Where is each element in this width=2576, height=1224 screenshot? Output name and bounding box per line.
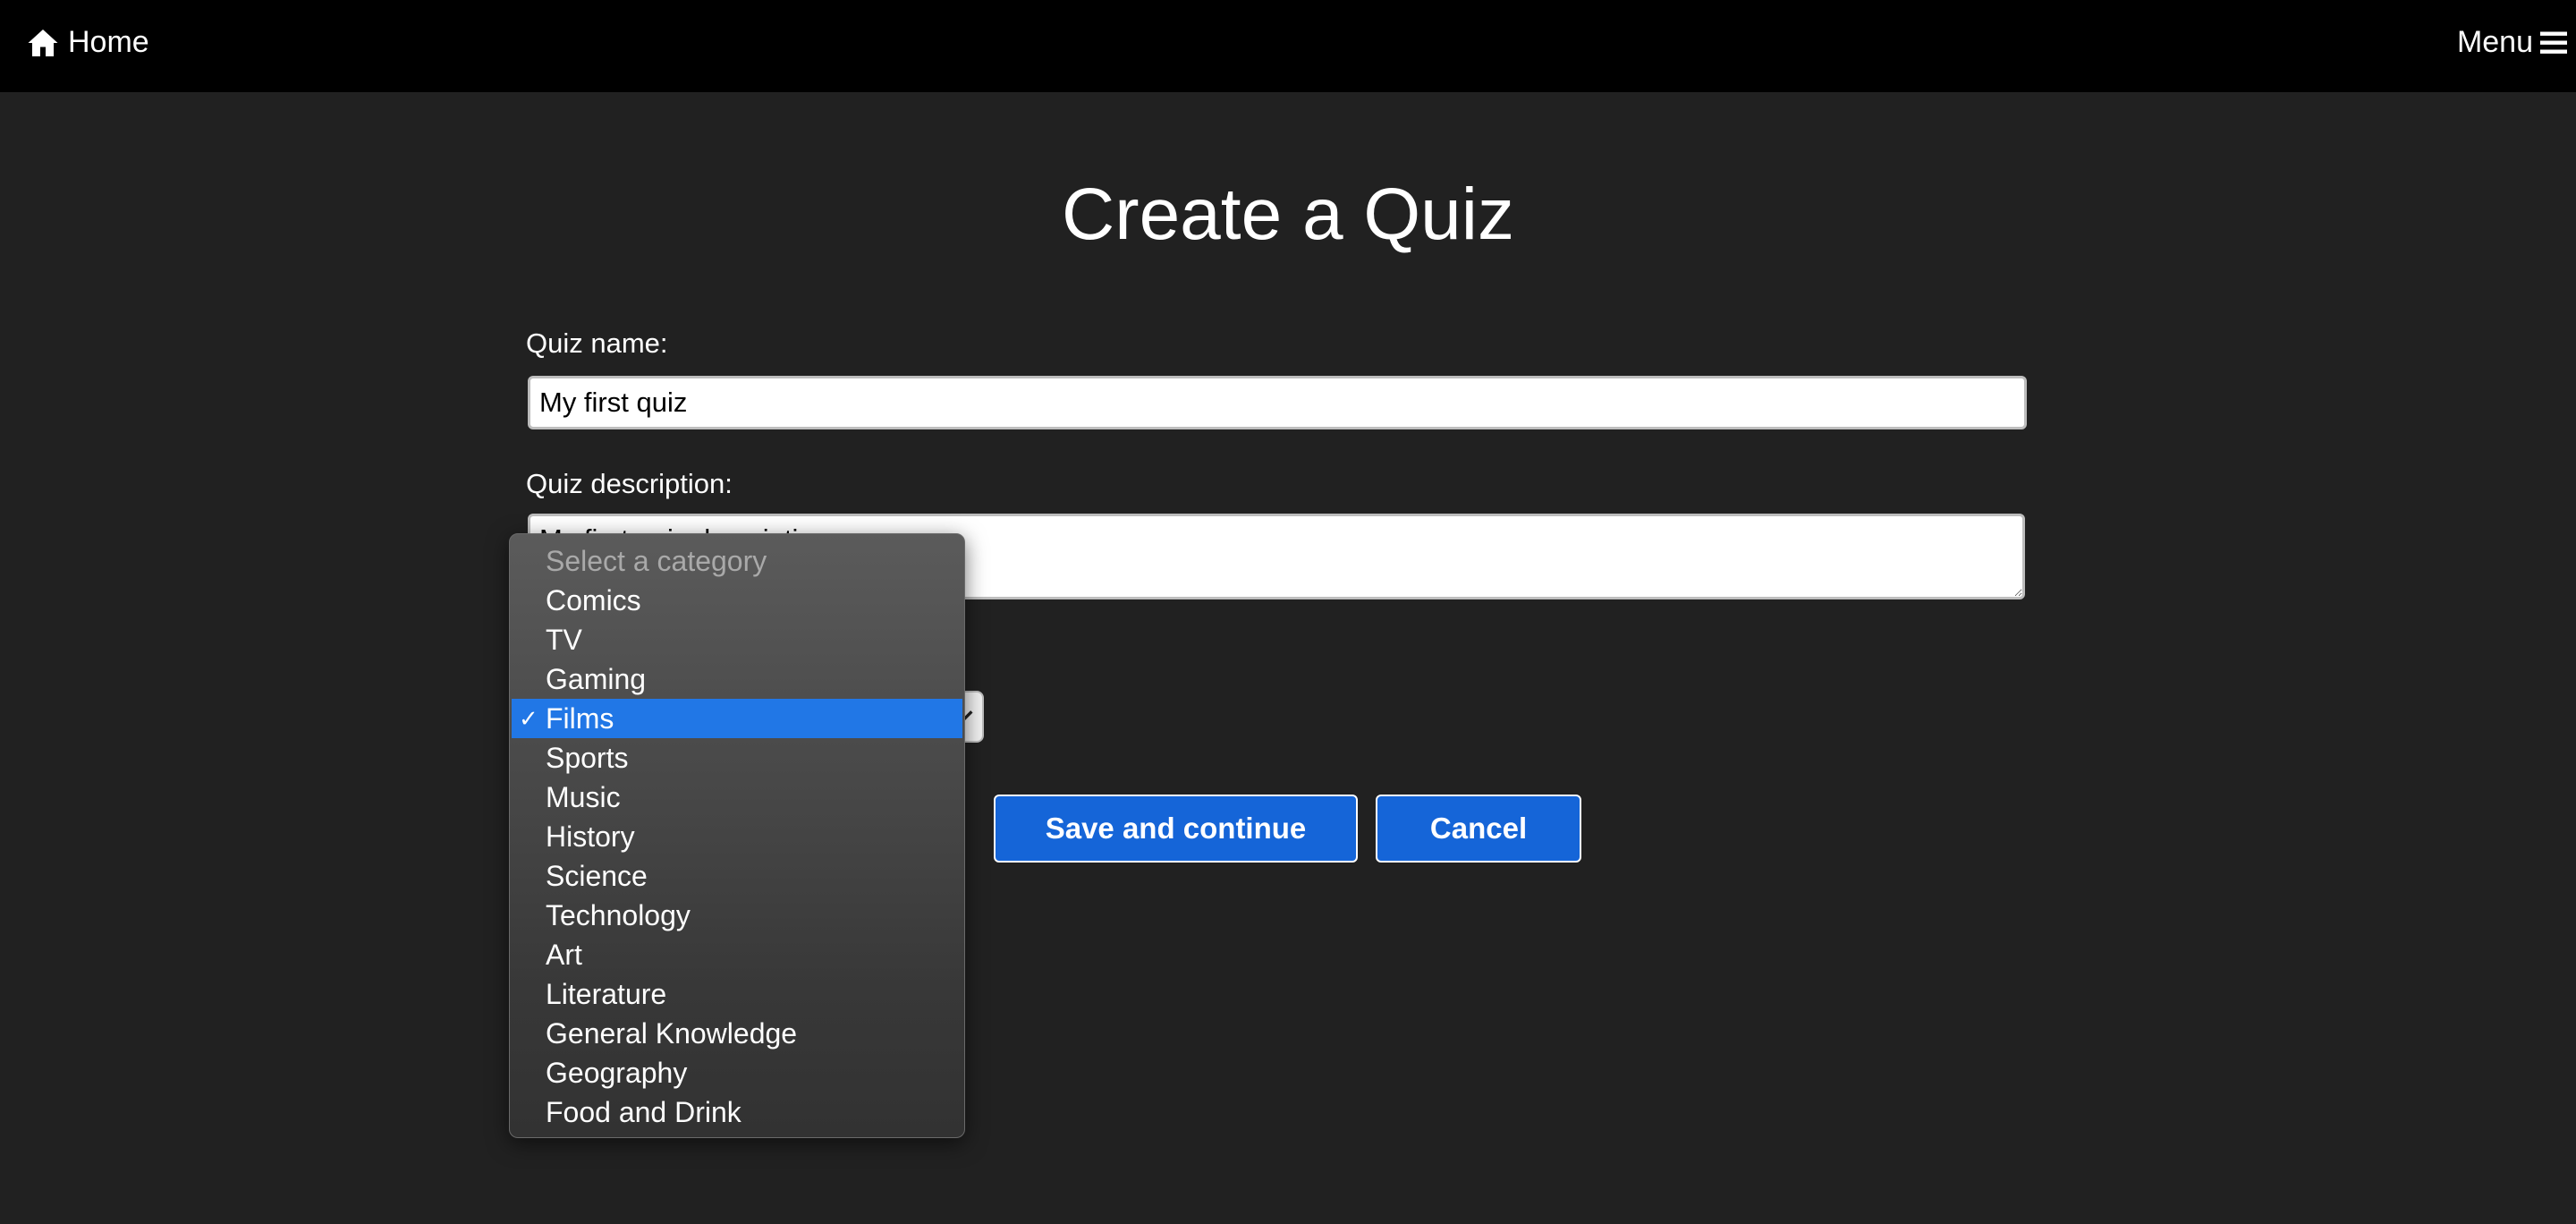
option-technology[interactable]: Technology xyxy=(510,896,964,935)
checkmark-icon: ✓ xyxy=(519,705,538,732)
page-title: Create a Quiz xyxy=(1062,174,1514,255)
top-navbar: Home Menu xyxy=(0,0,2576,92)
cancel-button[interactable]: Cancel xyxy=(1376,795,1581,863)
option-comics[interactable]: Comics xyxy=(510,581,964,620)
home-label: Home xyxy=(68,25,149,59)
quiz-name-input[interactable] xyxy=(528,376,2027,429)
home-link[interactable]: Home xyxy=(27,25,149,60)
save-and-continue-button[interactable]: Save and continue xyxy=(994,795,1358,863)
option-food-and-drink[interactable]: Food and Drink xyxy=(510,1092,964,1132)
option-sports[interactable]: Sports xyxy=(510,738,964,778)
category-dropdown-list: Select a category Comics TV Gaming ✓ Fil… xyxy=(509,533,965,1138)
option-literature[interactable]: Literature xyxy=(510,974,964,1014)
option-history[interactable]: History xyxy=(510,817,964,856)
option-films-selected[interactable]: ✓ Films xyxy=(512,699,962,738)
option-general-knowledge[interactable]: General Knowledge xyxy=(510,1014,964,1053)
option-films-label: Films xyxy=(546,702,614,735)
menu-label: Menu xyxy=(2456,25,2533,59)
dropdown-placeholder-option: Select a category xyxy=(546,545,767,577)
quiz-description-label: Quiz description: xyxy=(526,468,733,499)
option-tv[interactable]: TV xyxy=(510,620,964,659)
menu-button[interactable]: Menu xyxy=(2457,25,2567,60)
option-gaming[interactable]: Gaming xyxy=(510,659,964,699)
hamburger-icon xyxy=(2540,31,2567,54)
option-art[interactable]: Art xyxy=(510,935,964,974)
home-icon xyxy=(28,29,58,56)
option-music[interactable]: Music xyxy=(510,778,964,817)
option-science[interactable]: Science xyxy=(510,856,964,896)
option-geography[interactable]: Geography xyxy=(510,1053,964,1092)
quiz-name-label: Quiz name: xyxy=(526,327,668,359)
